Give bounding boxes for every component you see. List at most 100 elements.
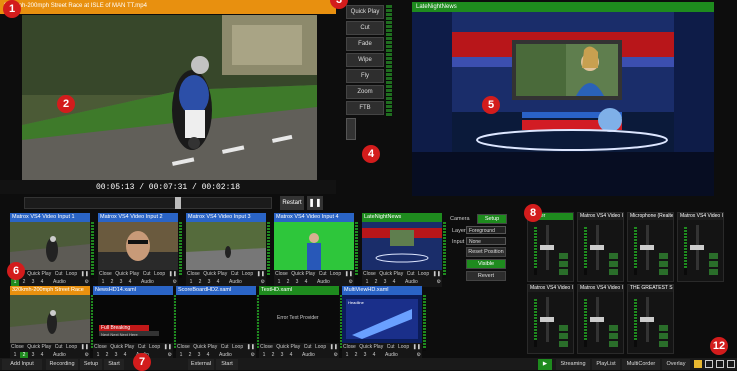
audio-button[interactable]: Audio: [141, 279, 154, 286]
fader-knob[interactable]: [640, 245, 654, 250]
pause-icon[interactable]: ❚❚: [81, 344, 89, 350]
overlay-3-button[interactable]: 3: [117, 279, 125, 286]
audio-button[interactable]: Audio: [405, 279, 418, 286]
pause-icon[interactable]: ❚❚: [413, 344, 421, 350]
pause-icon[interactable]: ❚❚: [247, 344, 255, 350]
close-button[interactable]: Close: [11, 344, 24, 350]
mute-button[interactable]: [709, 253, 718, 259]
overlay-2-button[interactable]: 2: [284, 279, 292, 286]
cut-button[interactable]: Cut: [143, 271, 151, 277]
overlay-3-button[interactable]: 3: [205, 279, 213, 286]
settings-icon[interactable]: ⚙: [85, 279, 89, 286]
input-tile[interactable]: 320kmh-200mph Street Race Close Quick Play…: [10, 286, 94, 360]
visible-toggle[interactable]: Visible: [466, 259, 506, 269]
pause-icon[interactable]: ❚❚: [345, 271, 353, 277]
settings-icon[interactable]: ⚙: [437, 279, 441, 286]
loop-button[interactable]: Loop: [330, 271, 341, 277]
input-thumbnail[interactable]: [362, 222, 442, 270]
solo-button[interactable]: [559, 261, 568, 267]
input-tile[interactable]: NewsHD14.xaml Full Breaking Next Next Next…: [93, 286, 177, 360]
lock-icon[interactable]: [727, 360, 735, 368]
mute-button[interactable]: [659, 253, 668, 259]
recording-start-button[interactable]: Start: [104, 359, 124, 370]
loop-button[interactable]: Loop: [232, 344, 243, 350]
quick-play-button[interactable]: Quick Play: [359, 344, 383, 350]
bus-button[interactable]: [609, 341, 618, 347]
input-tile[interactable]: MultiViewHD.xaml Headline Close Quick Play C…: [342, 286, 426, 360]
close-button[interactable]: Close: [187, 271, 200, 277]
cut-button[interactable]: Cut: [319, 271, 327, 277]
bus-button[interactable]: [559, 341, 568, 347]
external-button[interactable]: External: [188, 359, 214, 370]
quick-play-button[interactable]: Quick Play: [291, 271, 315, 277]
bus-button[interactable]: [559, 269, 568, 275]
bus-button[interactable]: [609, 269, 618, 275]
reset-position-button[interactable]: Reset Position: [466, 247, 506, 257]
add-input-button[interactable]: Add Input: [2, 359, 42, 370]
input-thumbnail[interactable]: [186, 222, 266, 270]
input-tile[interactable]: ScoreBoardHD2.xaml Close Quick Play Cut Loop…: [176, 286, 260, 360]
input-thumbnail[interactable]: [10, 295, 90, 343]
solo-button[interactable]: [659, 261, 668, 267]
bus-button[interactable]: [709, 269, 718, 275]
pause-icon[interactable]: ❚❚: [330, 344, 338, 350]
streaming-button[interactable]: Streaming: [556, 359, 590, 370]
transition-cut[interactable]: Cut: [346, 21, 384, 35]
cut-button[interactable]: Cut: [387, 344, 395, 350]
loop-button[interactable]: Loop: [149, 344, 160, 350]
cut-button[interactable]: Cut: [138, 344, 146, 350]
fader-knob[interactable]: [590, 317, 604, 322]
fader-knob[interactable]: [540, 245, 554, 250]
overlay-4-button[interactable]: 4: [390, 279, 398, 286]
pause-icon[interactable]: ❚❚: [81, 271, 89, 277]
audio-button[interactable]: Audio: [229, 279, 242, 286]
overlay-2-button[interactable]: 2: [108, 279, 116, 286]
overlay-4-button[interactable]: 4: [38, 279, 46, 286]
scrub-handle[interactable]: [175, 197, 181, 209]
preview-scrub-bar[interactable]: [24, 197, 272, 209]
restart-button[interactable]: Restart: [280, 196, 304, 210]
overlay-2-button[interactable]: 2: [20, 279, 28, 286]
mute-button[interactable]: [559, 253, 568, 259]
pause-icon[interactable]: ❚❚: [433, 271, 441, 277]
quick-play-button[interactable]: Quick Play: [203, 271, 227, 277]
playlist-button[interactable]: PlayList: [592, 359, 620, 370]
transition-quick-play[interactable]: Quick Play: [346, 5, 384, 19]
overlay-button[interactable]: Overlay: [662, 359, 690, 370]
quick-play-button[interactable]: Quick Play: [193, 344, 217, 350]
close-button[interactable]: Close: [260, 344, 273, 350]
loop-button[interactable]: Loop: [418, 271, 429, 277]
loop-button[interactable]: Loop: [242, 271, 253, 277]
chart-icon[interactable]: [694, 360, 702, 368]
input-thumbnail[interactable]: [98, 222, 178, 270]
recording-button[interactable]: Recording: [46, 359, 78, 370]
transition-ftb[interactable]: FTB: [346, 101, 384, 115]
overlay-1-button[interactable]: 1: [187, 279, 195, 286]
cut-button[interactable]: Cut: [221, 344, 229, 350]
input-tile[interactable]: TestHD.xaml Error Text Provider Close Quick…: [259, 286, 343, 360]
close-button[interactable]: Close: [363, 271, 376, 277]
pause-icon[interactable]: ❚❚: [169, 271, 177, 277]
multicorder-button[interactable]: MultiCorder: [622, 359, 660, 370]
fader-knob[interactable]: [640, 317, 654, 322]
grid-icon[interactable]: [705, 360, 713, 368]
bus-button[interactable]: [659, 269, 668, 275]
input-thumbnail[interactable]: [274, 222, 354, 270]
transition-fly[interactable]: Fly: [346, 69, 384, 83]
revert-button[interactable]: Revert: [466, 271, 506, 281]
cut-button[interactable]: Cut: [407, 271, 415, 277]
setup-button[interactable]: Setup: [477, 214, 507, 224]
overlay-3-button[interactable]: 3: [293, 279, 301, 286]
fader-knob[interactable]: [590, 245, 604, 250]
mute-button[interactable]: [559, 325, 568, 331]
cut-button[interactable]: Cut: [55, 344, 63, 350]
quick-play-button[interactable]: Quick Play: [27, 271, 51, 277]
overlay-1-button[interactable]: 1: [275, 279, 283, 286]
overlay-2-button[interactable]: 2: [196, 279, 204, 286]
loop-button[interactable]: Loop: [315, 344, 326, 350]
loop-button[interactable]: Loop: [66, 271, 77, 277]
input-thumbnail[interactable]: Error Text Provider: [259, 295, 339, 343]
overlay-3-button[interactable]: 3: [29, 279, 37, 286]
recording-setup-button[interactable]: Setup: [80, 359, 102, 370]
mute-button[interactable]: [609, 325, 618, 331]
